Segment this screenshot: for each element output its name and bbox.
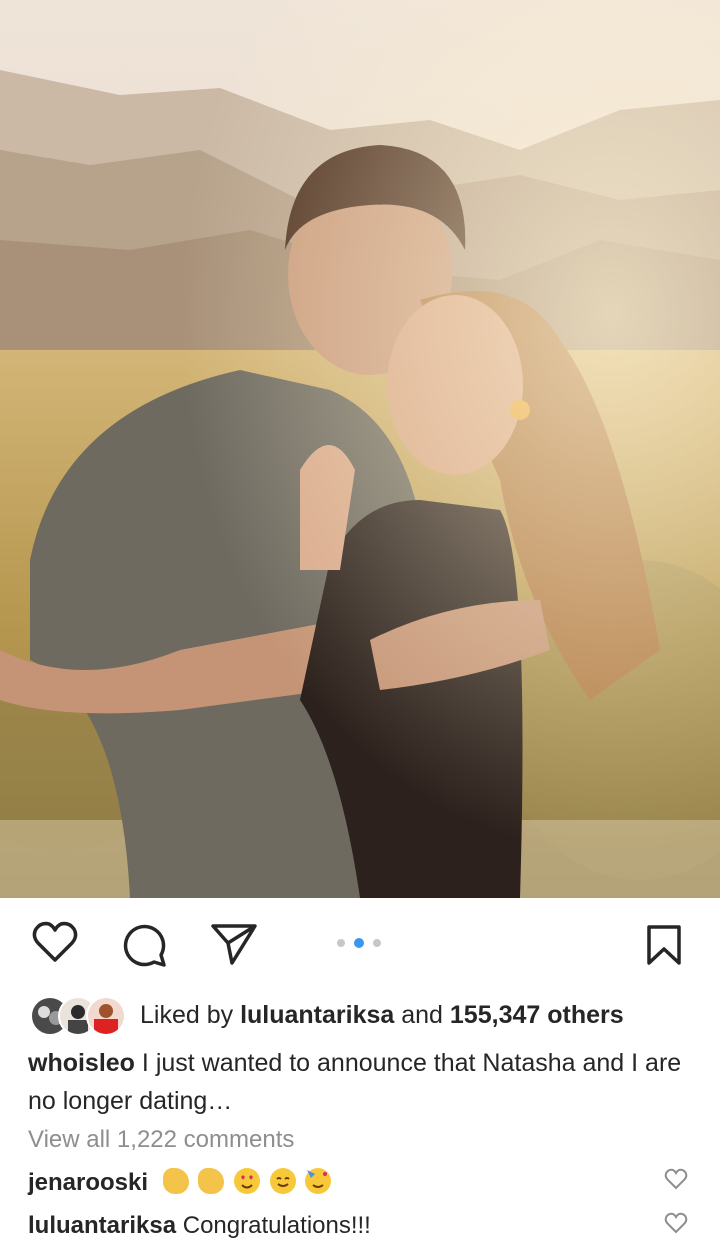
clapping-hands-icon [198,1168,225,1194]
clapping-hands-icon [162,1168,189,1194]
post-photo-illustration [0,0,720,898]
comment-username[interactable]: luluantariksa [28,1212,176,1239]
avatar [86,996,126,1036]
heart-eyes-icon [234,1168,261,1194]
comment-row: jenarooski [28,1168,648,1197]
carousel-dot [373,939,381,947]
comment-row: luluantariksa Congratulations!!! [28,1212,648,1240]
carousel-dot [337,939,345,947]
post-caption: whoisleo I just wanted to announce that … [28,1044,708,1120]
caption-username[interactable]: whoisleo [28,1049,135,1077]
post-image[interactable] [0,0,720,898]
likes-prefix: Liked by [140,1001,241,1029]
comment-like-heart-icon[interactable] [664,1168,688,1190]
carousel-dot-active [354,938,364,948]
comment-username[interactable]: jenarooski [28,1169,148,1196]
liker-avatars [30,996,130,1036]
party-face-icon [305,1168,332,1194]
smiling-face-icon [269,1168,296,1194]
likes-middle: and [394,1001,450,1029]
paper-plane-icon[interactable] [210,922,258,966]
view-all-comments-link[interactable]: View all 1,222 comments [28,1126,294,1154]
likes-summary[interactable]: Liked by luluantariksa and 155,347 other… [30,995,710,1036]
likes-text: Liked by luluantariksa and 155,347 other… [140,1001,624,1030]
bookmark-icon[interactable] [646,924,682,966]
comment-emojis [162,1168,335,1196]
likes-count[interactable]: 155,347 others [450,1001,624,1029]
comment-like-heart-icon[interactable] [664,1212,688,1234]
liker-username[interactable]: luluantariksa [240,1001,394,1029]
carousel-indicator [337,938,387,948]
heart-outline-icon[interactable] [32,920,78,964]
comment-bubble-icon[interactable] [120,922,168,968]
comment-text: Congratulations!!! [182,1212,371,1239]
